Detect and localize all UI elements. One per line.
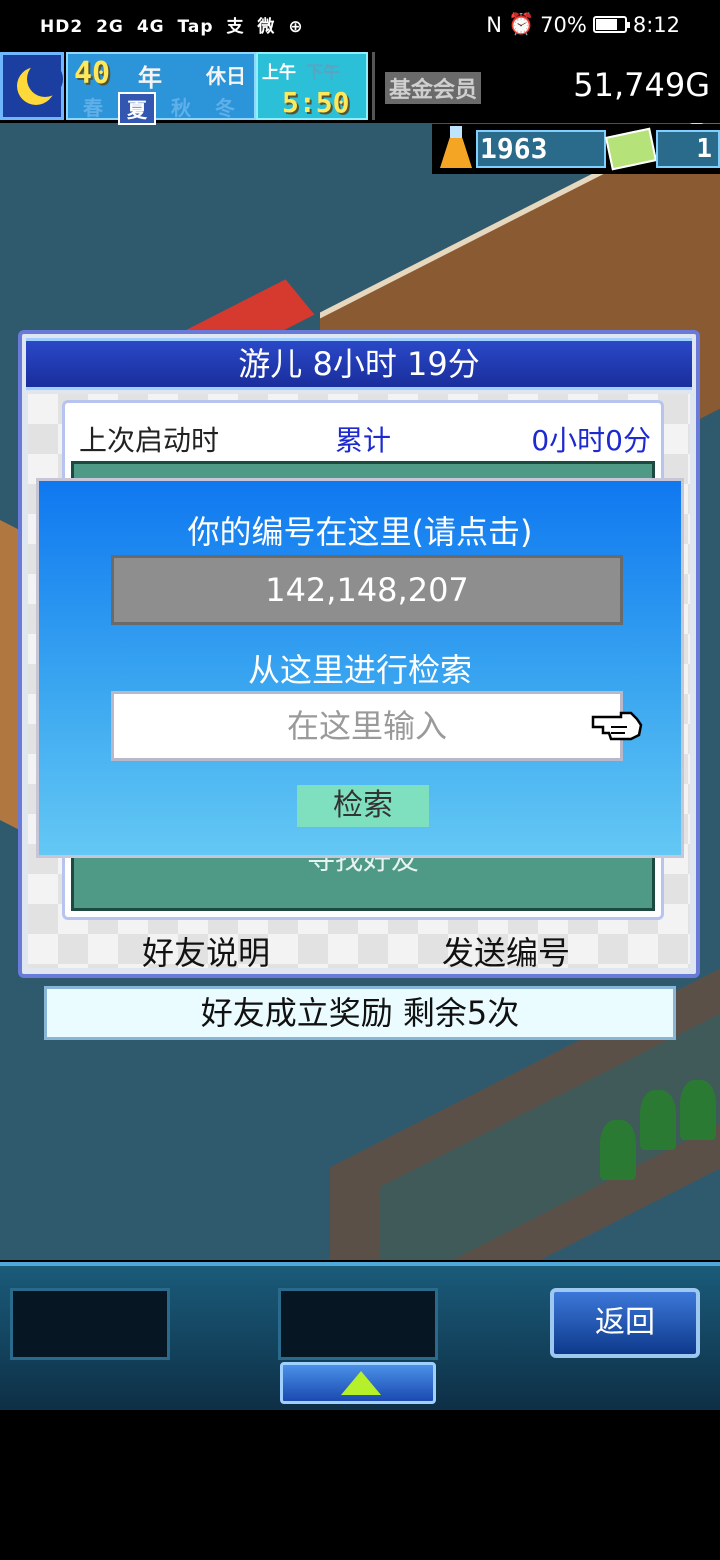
tree-icon bbox=[640, 1090, 676, 1150]
search-button[interactable]: 检索 bbox=[297, 785, 429, 827]
game-clock: 5:50 bbox=[282, 86, 350, 119]
tree-icon bbox=[600, 1120, 636, 1180]
search-input[interactable]: 在这里输入 bbox=[111, 691, 623, 761]
screen-bottom-bar bbox=[0, 1410, 720, 1560]
money-amount: 51,749G bbox=[573, 66, 710, 104]
hd-icon: HD2 bbox=[40, 17, 84, 37]
empty-slot-center[interactable] bbox=[278, 1288, 438, 1360]
season-winter: 冬 bbox=[215, 96, 235, 120]
battery-icon bbox=[592, 16, 630, 33]
search-popup: 你的编号在这里(请点击) 142,148,207 从这里进行检索 在这里输入 检… bbox=[36, 478, 684, 858]
date-panel: 40 年 休日 春 夏 秋 冬 bbox=[66, 52, 256, 125]
clock-time: 8:12 bbox=[632, 12, 680, 37]
tree-icon bbox=[680, 1080, 716, 1140]
money-label: 基金会员 bbox=[385, 72, 482, 104]
signal-2g-icon: 2G bbox=[96, 17, 124, 37]
expand-menu-button[interactable] bbox=[280, 1362, 436, 1404]
status-left-icons: HD2 2G 4G Tap 支 微 ⊕ bbox=[40, 12, 310, 37]
season-spring: 春 bbox=[83, 96, 103, 120]
money-panel: 基金会员 51,749G bbox=[372, 52, 720, 120]
up-arrow-icon bbox=[341, 1371, 381, 1395]
last-start-label: 上次启动时 bbox=[79, 424, 220, 457]
empty-slot-left[interactable] bbox=[10, 1288, 170, 1360]
dialog-title: 游儿 8小时 19分 bbox=[26, 338, 692, 390]
holiday-label: 休日 bbox=[206, 64, 246, 88]
time-panel: 上午 下午 5:50 bbox=[256, 52, 368, 120]
status-bar: HD2 2G 4G Tap 支 微 ⊕ N ⏰ 70% 8:12 bbox=[0, 0, 720, 50]
ticket-icon bbox=[604, 127, 658, 171]
nfc-icon: N bbox=[486, 12, 502, 37]
alipay-icon: 支 bbox=[226, 17, 245, 37]
season-list: 春 夏 秋 冬 bbox=[74, 92, 244, 125]
moon-icon bbox=[0, 52, 64, 120]
bottom-hud: 返回 bbox=[0, 1262, 720, 1410]
signal-4g-icon: 4G bbox=[136, 17, 165, 37]
pm-label: 下午 bbox=[306, 63, 340, 83]
am-label: 上午 bbox=[262, 63, 296, 83]
research-flask-icon bbox=[438, 126, 474, 170]
id-title: 你的编号在这里(请点击) bbox=[187, 513, 533, 551]
year-value: 40 bbox=[74, 56, 111, 91]
resource-bar: 1963 1 bbox=[432, 124, 720, 174]
search-title: 从这里进行检索 bbox=[247, 651, 472, 689]
dialog-links: 好友说明 发送编号 bbox=[22, 928, 696, 972]
my-id-box[interactable]: 142,148,207 bbox=[111, 555, 623, 625]
top-hud: 40 年 休日 春 夏 秋 冬 上午 下午 5:50 基金会员 51,749G bbox=[0, 50, 720, 125]
friend-reward-banner: 好友成立奖励 剩余5次 bbox=[44, 986, 676, 1040]
friend-info-link[interactable]: 好友说明 bbox=[142, 928, 270, 974]
season-summer: 夏 bbox=[118, 92, 156, 125]
year-unit: 年 bbox=[138, 64, 162, 92]
back-button[interactable]: 返回 bbox=[550, 1288, 700, 1358]
ticket-count: 1 bbox=[656, 130, 720, 168]
total-value: 0小时0分 bbox=[531, 424, 651, 457]
research-points: 1963 bbox=[476, 130, 606, 168]
taptap-icon: Tap bbox=[177, 17, 214, 37]
battery-fill bbox=[595, 19, 617, 30]
battery-percent: 70% bbox=[540, 12, 587, 37]
season-autumn: 秋 bbox=[171, 96, 191, 120]
total-label: 累计 bbox=[335, 424, 392, 457]
shield-icon: ⊕ bbox=[288, 17, 304, 37]
pointing-hand-icon bbox=[591, 711, 643, 741]
wechat-icon: 微 bbox=[257, 17, 276, 37]
alarm-icon: ⏰ bbox=[507, 12, 535, 36]
status-right: N ⏰ 70% 8:12 bbox=[486, 12, 680, 37]
send-id-link[interactable]: 发送编号 bbox=[442, 928, 570, 974]
